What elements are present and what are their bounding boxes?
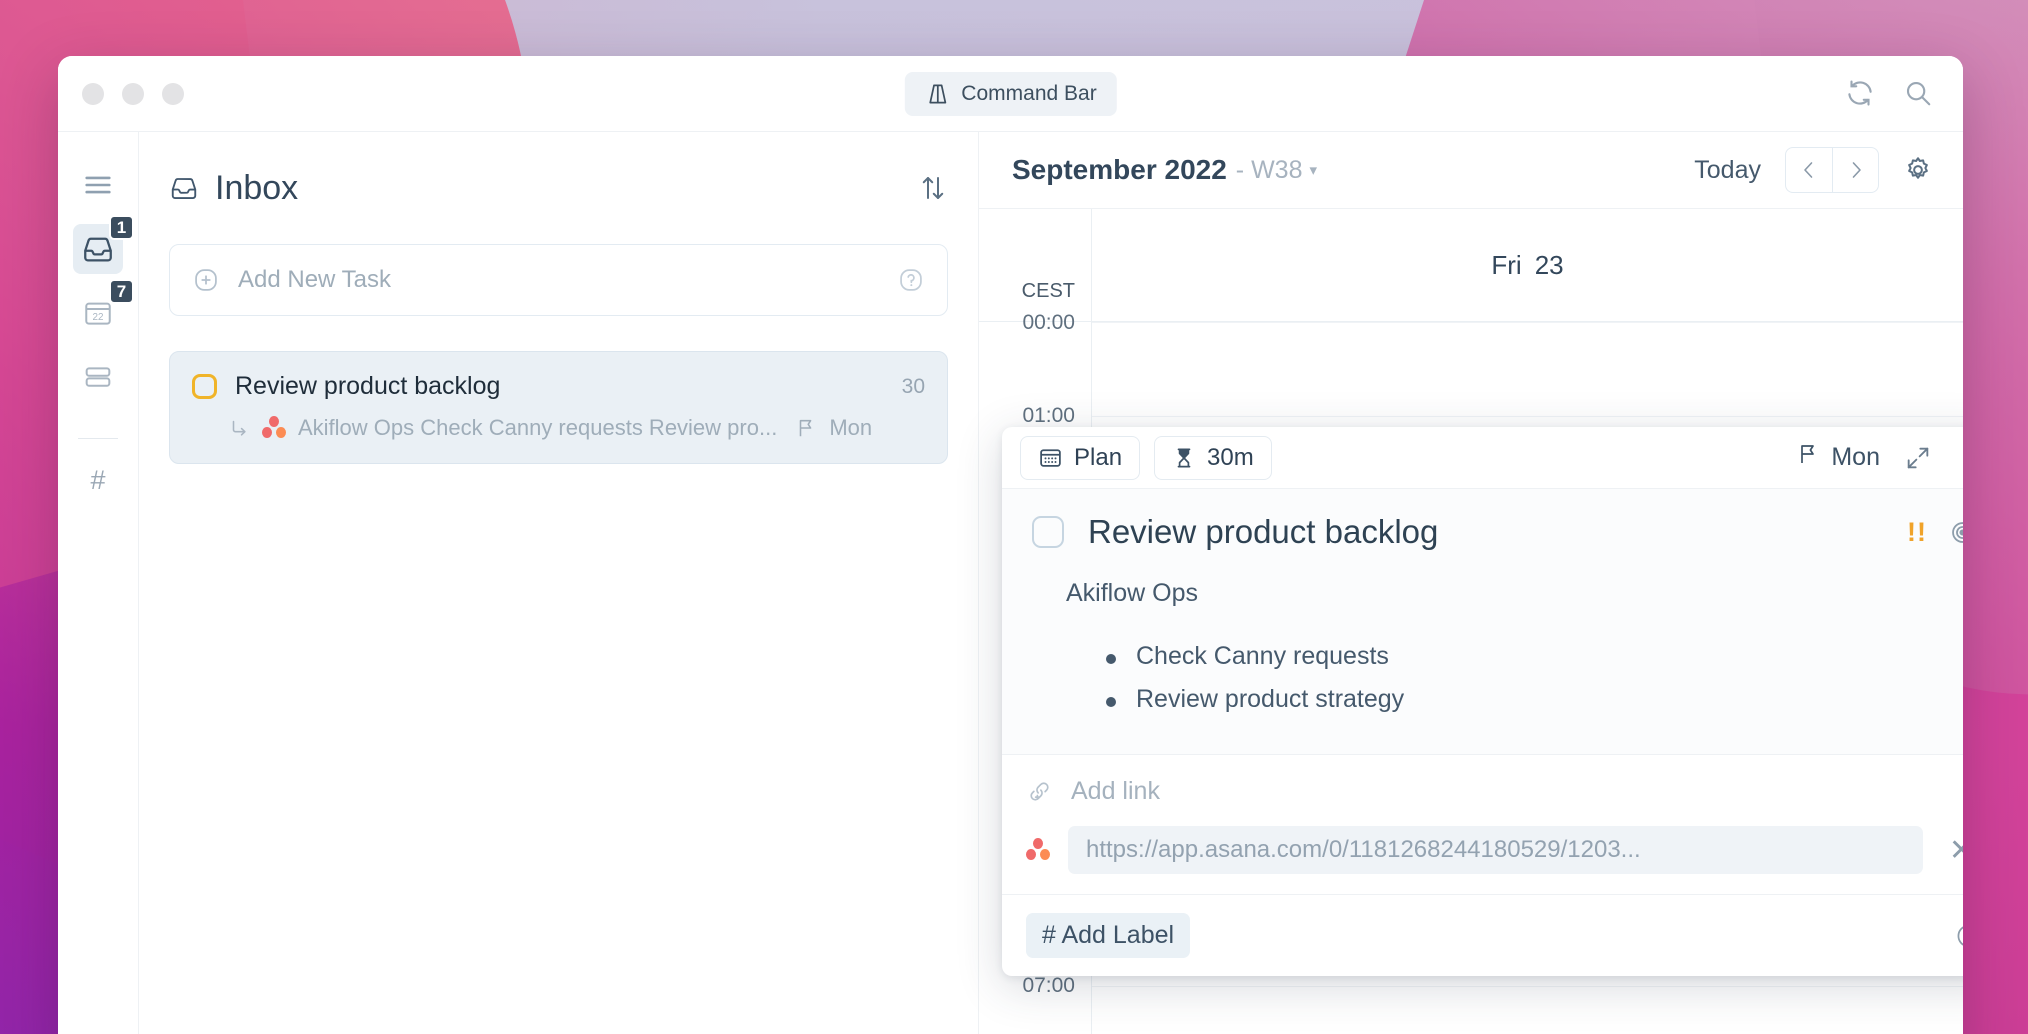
titlebar-actions: [1845, 78, 1933, 108]
refresh-icon[interactable]: [1845, 78, 1875, 108]
attached-link-url[interactable]: https://app.asana.com/0/1181268244180529…: [1068, 826, 1923, 874]
hour-label: 07:00: [1022, 974, 1075, 997]
expand-diagonal-icon[interactable]: [1904, 444, 1932, 472]
task-title: Review product backlog: [235, 372, 501, 400]
minimize-window-button[interactable]: [122, 82, 144, 105]
inbox-panel: Inbox Add New Task Review product backlo…: [139, 132, 979, 1034]
task-popup-toolbar-actions: Mon: [1796, 442, 1963, 473]
duration-chip-label: 30m: [1207, 443, 1254, 471]
page-title: Inbox: [169, 169, 298, 208]
calendar-day-number: 23: [1534, 249, 1564, 280]
calendar-day-weekday: Fri: [1491, 249, 1522, 280]
chevron-down-icon[interactable]: ▾: [1309, 161, 1317, 179]
link-add-icon: [1026, 778, 1053, 805]
task-detail-popup: Plan 30m Mon Review product backlog !! A…: [1002, 427, 1963, 976]
list-item[interactable]: Review product strategy: [1106, 685, 1963, 714]
inbox-badge-count: 1: [109, 215, 134, 240]
asana-icon: [262, 416, 286, 440]
command-bar-button[interactable]: Command Bar: [904, 71, 1117, 116]
task-secondary-row: Akiflow Ops Check Canny requests Review …: [192, 415, 925, 441]
calendar-week-number: - W38: [1235, 155, 1303, 184]
calendar-day-header[interactable]: Fri 23: [1092, 209, 1963, 321]
asana-icon: [1026, 838, 1050, 862]
calendar-hour-slot[interactable]: [1092, 322, 1963, 417]
add-label-button[interactable]: # Add Label: [1026, 913, 1191, 958]
task-duration: 30: [901, 374, 925, 398]
app-window: Command Bar 1 22 7 # Inbox Add New Task …: [58, 56, 1963, 1034]
add-new-task-placeholder: Add New Task: [238, 266, 391, 293]
calendar-hour-slot[interactable]: [1092, 987, 1963, 1034]
akiflow-logo-icon: [924, 81, 950, 107]
calendar-header-actions: Today: [1694, 147, 1933, 193]
task-checkbox[interactable]: [192, 374, 217, 399]
flag-icon: [1796, 442, 1820, 473]
add-new-task-input[interactable]: Add New Task: [169, 244, 948, 316]
list-item[interactable]: Check Canny requests: [1106, 642, 1963, 671]
priority-badge[interactable]: !!: [1907, 517, 1927, 548]
task-flag-label: Mon: [829, 415, 873, 440]
question-circle-icon[interactable]: [897, 266, 925, 294]
calendar-day-bar: CEST Fri 23: [979, 209, 1963, 322]
search-icon[interactable]: [1903, 78, 1933, 108]
today-button[interactable]: Today: [1694, 156, 1761, 185]
chevron-left-icon[interactable]: [1786, 148, 1832, 192]
three-dots-vertical-icon[interactable]: [1956, 445, 1963, 471]
plan-chip-button[interactable]: Plan: [1020, 435, 1141, 480]
title-bar: Command Bar: [58, 56, 1963, 131]
command-bar-label: Command Bar: [961, 81, 1097, 105]
plan-chip-label: Plan: [1074, 443, 1123, 471]
plus-circle-icon: [192, 266, 220, 294]
desktop-wallpaper: Command Bar 1 22 7 # Inbox Add New Task …: [0, 0, 2028, 1034]
hamburger-menu-icon[interactable]: [73, 160, 123, 210]
sort-updown-icon[interactable]: [918, 173, 948, 203]
task-popup-footer: # Add Label: [1002, 894, 1963, 976]
task-subtitle: Akiflow Ops Check Canny requests Review …: [298, 415, 778, 440]
task-popup-flag-label: Mon: [1831, 443, 1880, 471]
gear-icon[interactable]: [1903, 155, 1933, 185]
close-x-icon[interactable]: ✕: [1941, 833, 1963, 868]
close-window-button[interactable]: [82, 82, 104, 105]
task-popup-links-section: Add link https://app.asana.com/0/1181268…: [1002, 754, 1963, 894]
calendar-header: September 2022 - W38 ▾ Today: [979, 132, 1963, 209]
maximize-window-button[interactable]: [162, 82, 184, 105]
flag-icon: [795, 417, 817, 439]
hourglass-icon: [1172, 446, 1196, 470]
traffic-lights: [82, 82, 184, 105]
calendar-badge-count: 7: [109, 279, 134, 304]
timezone-label: CEST: [979, 209, 1092, 321]
task-popup-title[interactable]: Review product backlog: [1088, 513, 1438, 551]
sidebar-divider: [78, 438, 118, 439]
inbox-title-label: Inbox: [215, 168, 299, 207]
task-popup-body: Review product backlog !! Akiflow Ops Ch…: [1002, 489, 1963, 754]
target-icon[interactable]: [1949, 519, 1963, 546]
duration-chip-button[interactable]: 30m: [1154, 435, 1272, 480]
inbox-icon: [169, 173, 199, 203]
calendar-month-year: September 2022: [1012, 154, 1227, 185]
add-link-placeholder: Add link: [1071, 777, 1160, 805]
task-primary-row: Review product backlog 30: [192, 372, 925, 401]
task-popup-checkbox[interactable]: [1032, 516, 1064, 548]
task-popup-title-actions: !!: [1907, 517, 1963, 548]
sidebar-item-labels[interactable]: #: [90, 465, 105, 496]
task-list-item[interactable]: Review product backlog 30 Akiflow Ops Ch…: [169, 351, 948, 464]
sidebar-rail: 1 22 7 #: [58, 132, 139, 1034]
attached-link-row: https://app.asana.com/0/1181268244180529…: [1026, 826, 1963, 874]
task-popup-title-row: Review product backlog !!: [1032, 513, 1963, 551]
sidebar-item-calendar[interactable]: 22 7: [73, 279, 134, 338]
chevron-right-icon[interactable]: [1832, 148, 1878, 192]
task-popup-description[interactable]: Akiflow Ops: [1066, 579, 1963, 608]
task-popup-toolbar: Plan 30m Mon: [1002, 427, 1963, 489]
subtask-arrow-icon: [228, 417, 250, 439]
sidebar-item-inbox[interactable]: 1: [73, 215, 134, 274]
inbox-header: Inbox: [169, 132, 948, 244]
info-circle-icon[interactable]: [1954, 922, 1963, 950]
hour-label: 00:00: [1022, 311, 1075, 334]
calendar-icon: [1038, 445, 1063, 470]
task-popup-bullet-list: Check Canny requests Review product stra…: [1106, 642, 1963, 714]
task-popup-flag-button[interactable]: Mon: [1796, 442, 1880, 473]
svg-text:22: 22: [93, 312, 104, 323]
calendar-nav-group: [1785, 147, 1879, 193]
add-link-row[interactable]: Add link: [1026, 777, 1963, 806]
sidebar-item-boards[interactable]: [73, 352, 123, 402]
